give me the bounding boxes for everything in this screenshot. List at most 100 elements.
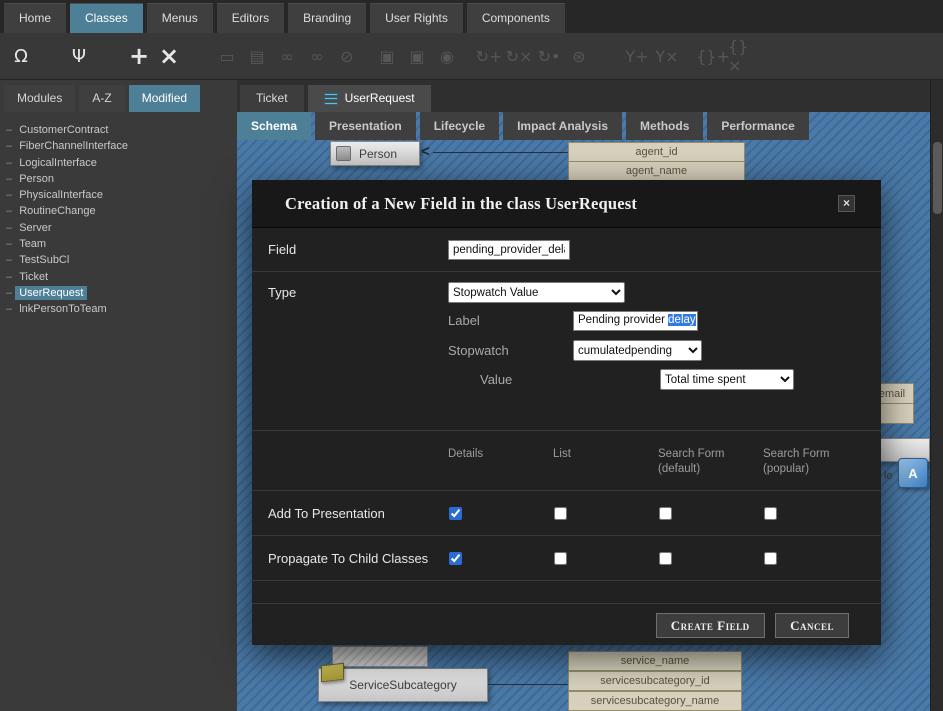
remove-relation-icon[interactable]: ⊘ (332, 38, 362, 74)
class-list-item[interactable]: lnkPersonToTeam (6, 301, 237, 317)
class-list-item-selected[interactable]: UserRequest (6, 285, 237, 301)
nav-tab-editors[interactable]: Editors (217, 3, 284, 33)
tab-presentation[interactable]: Presentation (315, 112, 416, 140)
nav-tab-components[interactable]: Components (467, 3, 565, 33)
nav-tab-home[interactable]: Home (4, 3, 66, 33)
presentation-details-checkbox[interactable] (449, 507, 462, 520)
presentation-search-popular-checkbox[interactable] (764, 507, 777, 520)
close-icon[interactable]: × (838, 195, 855, 212)
class-sidebar: Modules A-Z Modified CustomerContract Fi… (0, 80, 237, 711)
paste-fields-icon[interactable]: ▣ (402, 38, 432, 74)
add-to-presentation-label: Add To Presentation (268, 506, 385, 521)
edit-relation-icon[interactable]: ∞ (302, 38, 332, 74)
field-row-agent-name[interactable]: agent_name (568, 161, 745, 181)
class-list-item[interactable]: Team (6, 236, 237, 252)
field-row-servicesubcategory-id[interactable]: servicesubcategory_id (568, 671, 742, 691)
class-list-item[interactable]: Server (6, 220, 237, 236)
cancel-button[interactable]: Cancel (775, 613, 849, 638)
nav-tab-branding[interactable]: Branding (288, 3, 366, 33)
create-field-button[interactable]: Create Field (656, 613, 765, 638)
class-cube-icon (321, 663, 344, 682)
nav-tab-user-rights[interactable]: User Rights (370, 3, 463, 33)
stopwatch-select[interactable]: cumulatedpending (573, 340, 702, 361)
add-state-icon[interactable]: ↻+ (474, 38, 504, 74)
compare-scales-icon[interactable]: Ψ (64, 38, 94, 74)
entity-person[interactable]: Person (330, 141, 420, 166)
nav-tab-classes[interactable]: Classes (70, 3, 143, 33)
sidebar-tab-az[interactable]: A-Z (79, 85, 124, 112)
doc-tab-userrequest[interactable]: UserRequest (308, 85, 431, 112)
sidebar-tab-modules[interactable]: Modules (4, 85, 75, 112)
field-name-label: Field (268, 242, 296, 257)
class-list-item[interactable]: RoutineChange (6, 203, 237, 219)
class-subtabs: Schema Presentation Lifecycle Impact Ana… (237, 112, 813, 140)
edit-field-icon[interactable]: ▤ (242, 38, 272, 74)
class-list-item[interactable]: Ticket (6, 269, 237, 285)
class-list: CustomerContract FiberChannelInterface L… (0, 112, 237, 318)
person-icon (336, 146, 351, 161)
add-relation-icon[interactable]: ∞ (272, 38, 302, 74)
delete-class-icon[interactable]: × (154, 38, 184, 74)
field-name-row: Field (252, 228, 881, 272)
delete-method-icon[interactable]: {}× (728, 38, 758, 74)
type-label: Type (268, 285, 296, 300)
add-class-icon[interactable]: + (124, 38, 154, 74)
rename-field-icon[interactable]: ▭ (212, 38, 242, 74)
delete-branch-icon[interactable]: Y× (652, 38, 682, 74)
sidebar-tab-modified[interactable]: Modified (129, 85, 200, 112)
vertical-scrollbar[interactable] (930, 80, 943, 711)
class-list-item[interactable]: FiberChannelInterface (6, 138, 237, 154)
column-header-search-popular: Search Form(popular) (763, 447, 861, 477)
propagate-search-popular-checkbox[interactable] (764, 552, 777, 565)
value-label: Value (480, 372, 512, 387)
selected-text: delay (668, 314, 696, 326)
tab-lifecycle[interactable]: Lifecycle (420, 112, 499, 140)
dialog-header: Creation of a New Field in the class Use… (252, 180, 881, 228)
class-list-item[interactable]: LogicalInterface (6, 155, 237, 171)
presentation-columns-row: Details List Search Form(default) Search… (252, 431, 881, 491)
presentation-list-checkbox[interactable] (554, 507, 567, 520)
column-header-search-default: Search Form(default) (658, 447, 756, 477)
class-list-item[interactable]: PhysicalInterface (6, 187, 237, 203)
propagate-details-checkbox[interactable] (449, 552, 462, 565)
value-select[interactable]: Total time spent (660, 369, 794, 390)
attribute-badge-icon[interactable]: A (898, 458, 928, 488)
add-to-presentation-row: Add To Presentation (252, 491, 881, 536)
dialog-spacer (252, 581, 881, 603)
field-row-servicesubcategory-name[interactable]: servicesubcategory_name (568, 691, 742, 711)
copy-fields-icon[interactable]: ▣ (372, 38, 402, 74)
dialog-title: Creation of a New Field in the class Use… (285, 180, 637, 227)
scrollbar-thumb[interactable] (933, 142, 942, 214)
relation-line (433, 152, 568, 153)
app-window: Home Classes Menus Editors Branding User… (0, 0, 943, 711)
class-icon (324, 93, 338, 105)
delete-state-icon[interactable]: ↻× (504, 38, 534, 74)
propagate-search-default-checkbox[interactable] (659, 552, 672, 565)
class-list-item[interactable]: Person (6, 171, 237, 187)
class-list-item[interactable]: TestSubCl (6, 252, 237, 268)
preview-icon[interactable]: ◉ (432, 38, 462, 74)
field-name-input[interactable] (448, 240, 570, 260)
doc-tab-ticket[interactable]: Ticket (240, 85, 304, 112)
field-row-service-name[interactable]: service_name (568, 651, 742, 671)
presentation-search-default-checkbox[interactable] (659, 507, 672, 520)
add-method-icon[interactable]: {}+ (698, 38, 728, 74)
add-branch-icon[interactable]: Y+ (622, 38, 652, 74)
tab-impact-analysis[interactable]: Impact Analysis (503, 112, 622, 140)
tab-performance[interactable]: Performance (707, 112, 808, 140)
class-list-item[interactable]: CustomerContract (6, 122, 237, 138)
propagate-list-checkbox[interactable] (554, 552, 567, 565)
type-select[interactable]: Stopwatch Value (448, 282, 625, 303)
entity-fragment-bottom[interactable] (332, 646, 428, 667)
stimulus-icon[interactable]: ⊛ (564, 38, 594, 74)
field-row-agent-id[interactable]: agent_id (568, 142, 745, 162)
model-tool-icon[interactable]: Ω (6, 38, 36, 74)
tab-schema[interactable]: Schema (237, 112, 311, 140)
label-input[interactable]: Pending provider delay (573, 311, 698, 331)
entity-label-fragment: le (884, 470, 893, 482)
top-nav: Home Classes Menus Editors Branding User… (0, 0, 943, 33)
nav-tab-menus[interactable]: Menus (147, 3, 213, 33)
dialog-footer: Create Field Cancel (252, 603, 881, 646)
tab-methods[interactable]: Methods (626, 112, 703, 140)
transition-icon[interactable]: ↻• (534, 38, 564, 74)
